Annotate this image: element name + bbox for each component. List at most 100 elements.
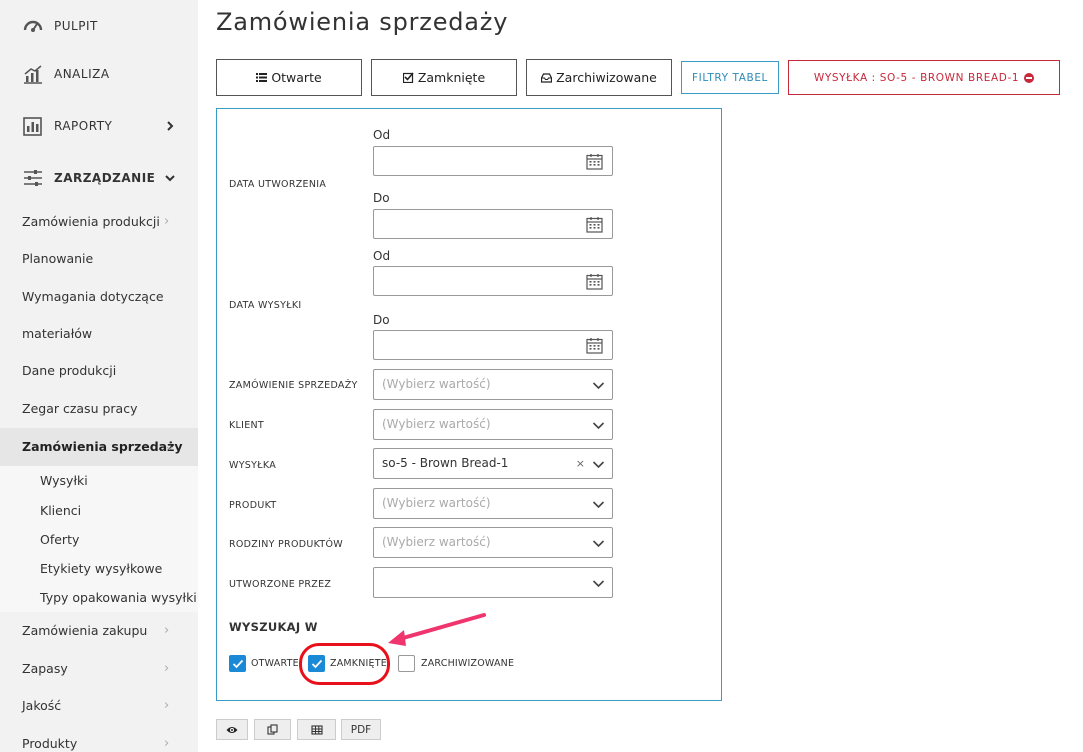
closed-orders-button[interactable]: Zamknięte <box>371 59 517 96</box>
shipping-to-label: Do <box>373 313 390 327</box>
sidebar-item-label: Wymagania dotyczące <box>22 289 164 304</box>
select-placeholder: (Wybierz wartość) <box>382 496 491 510</box>
sidebar-subitem-label: Klienci <box>40 503 82 518</box>
chevron-down-icon <box>592 422 605 430</box>
bar-report-icon <box>23 117 42 136</box>
sales-order-select[interactable]: (Wybierz wartość) <box>373 369 613 400</box>
sidebar-subitem-label: Oferty <box>40 532 80 547</box>
created-by-label: UTWORZONE PRZEZ <box>229 579 332 590</box>
list-icon <box>256 73 268 82</box>
client-label: KLIENT <box>229 420 265 431</box>
sidebar-item-label: Zamówienia produkcji <box>22 214 160 229</box>
chevron-down-icon <box>592 382 605 390</box>
sidebar-item-zarzadzanie[interactable]: ZARZĄDZANIE <box>0 152 198 204</box>
calendar-icon[interactable] <box>586 216 603 233</box>
sidebar-subitem-wysylki[interactable]: Wysyłki <box>40 466 88 495</box>
active-filter-label: WYSYŁKA : SO-5 - BROWN BREAD-1 <box>813 71 1020 84</box>
sidebar-subitem-etykiety[interactable]: Etykiety wysyłkowe <box>40 554 162 583</box>
sidebar-item-zegar[interactable]: Zegar czasu pracy <box>22 390 192 428</box>
select-value: so-5 - Brown Bread-1 <box>382 456 509 470</box>
checkmark-icon <box>232 659 244 669</box>
check-square-icon <box>402 72 414 83</box>
created-to-input[interactable] <box>373 209 613 239</box>
copy-icon <box>266 723 278 735</box>
table-filters-button[interactable]: FILTRY TABEL <box>681 61 779 94</box>
sidebar-item-zamowienia-produkcji[interactable]: Zamówienia produkcji › <box>22 203 192 241</box>
sidebar-item-label: Dane produkcji <box>22 363 117 378</box>
view-button[interactable] <box>216 719 248 740</box>
chart-icon <box>24 65 42 84</box>
open-orders-label: Otwarte <box>271 70 322 85</box>
sidebar-item-jakosc[interactable]: Jakość › <box>22 687 192 725</box>
sidebar-item-raporty[interactable]: RAPORTY <box>0 100 198 152</box>
sidebar-subitem-oferty[interactable]: Oferty <box>40 525 79 554</box>
shipping-from-label: Od <box>373 249 391 263</box>
active-filter-chip[interactable]: WYSYŁKA : SO-5 - BROWN BREAD-1 <box>788 60 1060 95</box>
annotation-arrow-icon <box>388 613 486 646</box>
select-placeholder: (Wybierz wartość) <box>382 417 491 431</box>
sidebar-item-produkty[interactable]: Produkty › <box>22 725 192 752</box>
product-families-select[interactable]: (Wybierz wartość) <box>373 527 613 558</box>
chevron-right-icon: › <box>164 736 170 751</box>
created-from-label: Od <box>373 128 391 142</box>
sidebar-subitem-klienci[interactable]: Klienci <box>40 496 81 525</box>
sidebar-item-zamowienia-sprzedazy[interactable]: Zamówienia sprzedaży ⌄ <box>0 428 198 466</box>
created-to-label: Do <box>373 191 390 205</box>
sliders-icon <box>24 170 42 186</box>
copy-button[interactable] <box>254 719 291 740</box>
archived-orders-label: Zarchiwizowane <box>556 70 657 85</box>
remove-filter-icon[interactable] <box>1024 72 1035 83</box>
chevron-down-icon <box>592 461 605 469</box>
chevron-right-icon: › <box>164 661 170 676</box>
calendar-icon[interactable] <box>586 273 603 290</box>
calendar-icon[interactable] <box>586 337 603 354</box>
sidebar-item-label: Zapasy <box>22 661 68 676</box>
client-select[interactable]: (Wybierz wartość) <box>373 409 613 440</box>
open-checkbox-label: OTWARTE <box>251 658 299 669</box>
shipment-select[interactable]: so-5 - Brown Bread-1 × <box>373 448 613 479</box>
product-select[interactable]: (Wybierz wartość) <box>373 488 613 519</box>
sidebar-item-label: Zamówienia sprzedaży <box>22 439 183 454</box>
page-title: Zamówienia sprzedaży <box>216 8 509 36</box>
sidebar-item-label: RAPORTY <box>54 119 113 133</box>
created-by-select[interactable] <box>373 567 613 598</box>
sidebar-item-label: Produkty <box>22 736 78 751</box>
sidebar-item-zamowienia-zakupu[interactable]: Zamówienia zakupu › <box>22 612 192 650</box>
open-orders-button[interactable]: Otwarte <box>216 59 362 96</box>
sidebar-item-label: materiałów <box>22 326 93 341</box>
search-in-title: WYSZUKAJ W <box>229 620 318 634</box>
sidebar-item-dane-produkcji[interactable]: Dane produkcji <box>22 352 192 390</box>
sidebar-item-wymagania-cont[interactable]: materiałów <box>22 315 192 353</box>
shipping-date-label: DATA WYSYŁKI <box>229 300 302 311</box>
sidebar-item-label: Zamówienia zakupu <box>22 623 148 638</box>
product-label: PRODUKT <box>229 500 277 511</box>
chevron-down-icon <box>592 540 605 548</box>
archived-checkbox[interactable] <box>398 655 415 672</box>
shipping-from-input[interactable] <box>373 266 613 296</box>
sidebar-item-label: Planowanie <box>22 251 94 266</box>
archived-orders-button[interactable]: Zarchiwizowane <box>526 59 672 96</box>
clear-icon[interactable]: × <box>576 457 585 470</box>
open-checkbox[interactable] <box>229 655 246 672</box>
sidebar: PULPIT ANALIZA RAPORTY ZARZĄDZANIE Zamów… <box>0 0 198 752</box>
chevron-down-icon: ⌄ <box>164 439 175 454</box>
sidebar-item-analiza[interactable]: ANALIZA <box>0 48 198 100</box>
gauge-icon <box>23 20 43 32</box>
archived-checkbox-label: ZARCHIWIZOWANE <box>421 658 515 669</box>
sidebar-item-label: Zegar czasu pracy <box>22 401 138 416</box>
sidebar-item-pulpit[interactable]: PULPIT <box>0 0 198 52</box>
table-export-button[interactable] <box>297 719 336 740</box>
sidebar-subitem-label: Etykiety wysyłkowe <box>40 561 163 576</box>
created-from-input[interactable] <box>373 146 613 176</box>
sidebar-subitem-label: Wysyłki <box>40 473 88 488</box>
calendar-icon[interactable] <box>586 153 603 170</box>
sidebar-subitem-typy-opakowania[interactable]: Typy opakowania wysyłki <box>40 583 197 612</box>
sidebar-item-wymagania[interactable]: Wymagania dotyczące <box>22 278 192 316</box>
chevron-down-icon <box>592 580 605 588</box>
inbox-icon <box>541 73 553 83</box>
sidebar-item-label: ZARZĄDZANIE <box>54 171 156 185</box>
sidebar-item-planowanie[interactable]: Planowanie <box>22 240 192 278</box>
sidebar-item-zapasy[interactable]: Zapasy › <box>22 650 192 688</box>
pdf-export-button[interactable]: PDF <box>341 719 381 740</box>
shipping-to-input[interactable] <box>373 330 613 360</box>
